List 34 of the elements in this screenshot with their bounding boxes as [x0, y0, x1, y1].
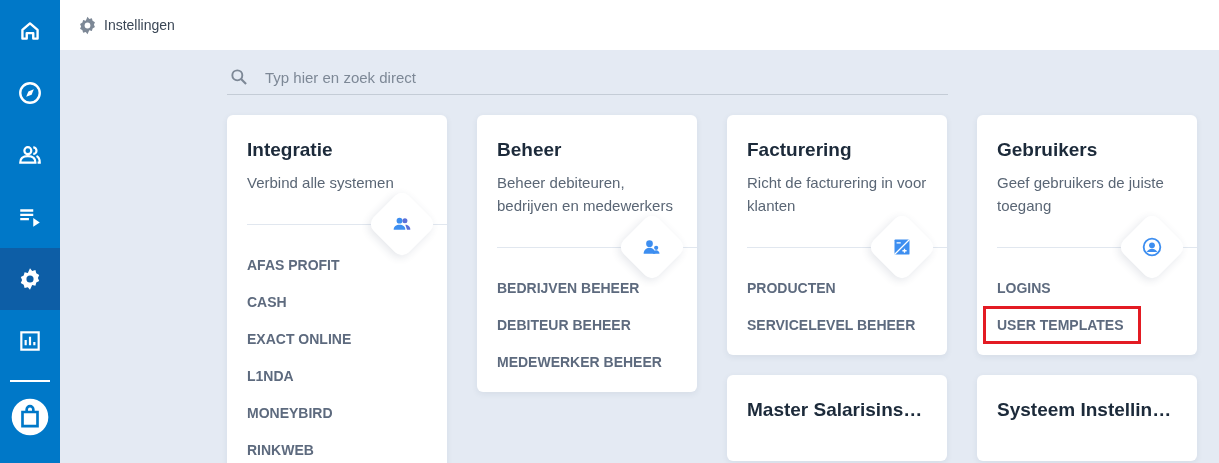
settings-link[interactable]: BEDRIJVEN BEHEER	[497, 278, 640, 298]
settings-icon	[77, 14, 98, 36]
card-description: Verbind alle systemen	[247, 173, 395, 193]
card-title: Systeem Instellin…	[997, 399, 1173, 421]
search-field[interactable]: Typ hier en zoek direct	[263, 67, 948, 87]
settings-link[interactable]: L1NDA	[247, 366, 294, 386]
settings-link[interactable]: PRODUCTEN	[747, 278, 836, 298]
user-circle-icon	[1142, 237, 1162, 257]
settings-link[interactable]: SERVICELEVEL BEHEER	[747, 315, 916, 335]
settings-link[interactable]: MONEYBIRD	[247, 403, 333, 423]
settings-link[interactable]: DEBITEUR BEHEER	[497, 315, 631, 335]
search-icon	[229, 67, 249, 87]
card-description: Beheer debiteuren, bedrijven en medewerkers	[497, 173, 674, 216]
card-title: Beheer	[497, 139, 563, 161]
card-title: Master Salarisins…	[747, 399, 924, 421]
card-description: Richt de facturering in voor klanten	[747, 173, 928, 216]
person-add-icon	[642, 237, 662, 257]
settings-link[interactable]: USER TEMPLATES	[983, 306, 1141, 344]
card-description: Geef gebruikers de juiste toegang	[997, 173, 1165, 216]
settings-link[interactable]: CASH	[247, 292, 287, 312]
settings-link[interactable]: EXACT ONLINE	[247, 329, 352, 349]
settings-link[interactable]: MEDEWERKER BEHEER	[497, 352, 662, 372]
settings-link[interactable]: LOGINS	[997, 278, 1051, 298]
plus-minus-icon	[892, 237, 912, 257]
compass-icon	[17, 80, 43, 106]
settings-link[interactable]: RINKWEB	[247, 440, 314, 460]
bar-chart-icon	[17, 328, 43, 354]
card-title: Gebruikers	[997, 139, 1099, 161]
page-title: Instellingen	[104, 17, 175, 33]
card-title: Facturering	[747, 139, 853, 161]
shopping-bag-icon	[10, 397, 50, 437]
settings-link[interactable]: AFAS PROFIT	[247, 255, 340, 275]
sidebar-item[interactable]	[0, 248, 60, 310]
card-title: Integratie	[247, 139, 334, 161]
